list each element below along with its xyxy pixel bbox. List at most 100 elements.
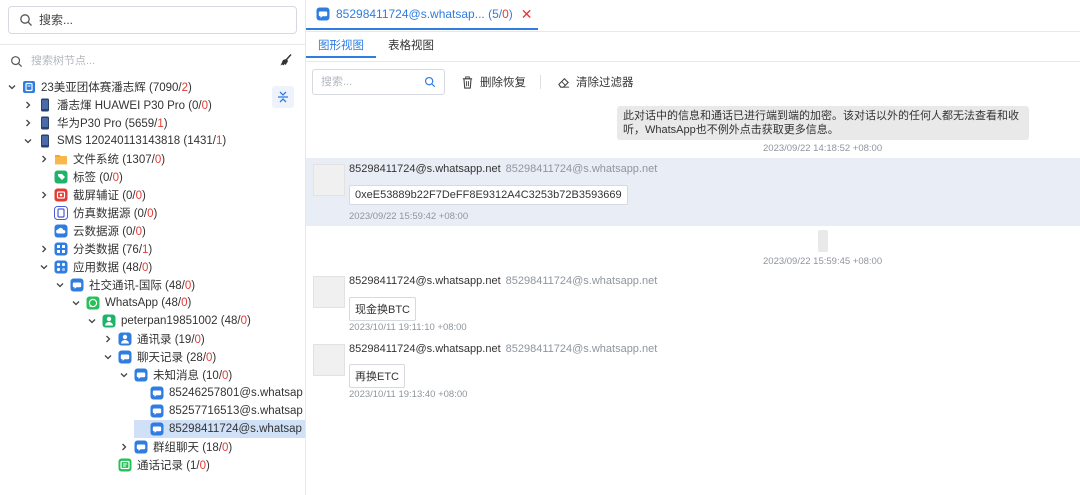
tree-node-label: 未知消息 (10/0)	[153, 370, 233, 382]
expand-toggle[interactable]	[6, 81, 18, 93]
close-icon[interactable]: ✕	[521, 7, 533, 21]
eraser-icon	[558, 77, 570, 88]
tab-title: 85298411724@s.whatsap...	[336, 7, 485, 21]
chevron-right-icon	[106, 335, 111, 343]
tree-node[interactable]: 潘志煇 HUAWEI P30 Pro (0/0)	[22, 96, 212, 114]
tree-node[interactable]: 分类数据 (76/1)	[38, 240, 152, 258]
chevron-right-icon	[42, 191, 47, 199]
collapse-all-button[interactable]	[272, 86, 294, 108]
expand-toggle[interactable]	[118, 441, 130, 453]
tree-node-label: 仿真数据源 (0/0)	[73, 208, 158, 220]
tree-node[interactable]: 标签 (0/0)	[38, 168, 123, 186]
tree-search-input[interactable]	[31, 55, 261, 67]
expand-toggle[interactable]	[54, 279, 66, 291]
tree-node[interactable]: 社交通讯-国际 (48/0)	[54, 276, 195, 294]
sender-avatar[interactable]	[313, 276, 345, 308]
tree-node-label: 85298411724@s.whatsap	[169, 423, 302, 435]
message-search-box[interactable]	[312, 69, 445, 95]
message-bubble[interactable]: 再换ETC	[349, 364, 405, 388]
view-tabs: 图形视图 表格视图	[306, 34, 446, 60]
screenshot-icon	[54, 188, 68, 202]
tree-node[interactable]: peterpan19851002 (48/0)	[86, 312, 251, 330]
empty-message-bubble[interactable]	[818, 230, 828, 252]
folder-icon	[55, 155, 67, 165]
main-search-box[interactable]	[8, 6, 297, 34]
tree-node[interactable]: 文件系统 (1307/0)	[38, 150, 165, 168]
message-time: 2023/10/11 19:13:40 +08:00	[349, 389, 468, 400]
whatsapp-icon	[86, 296, 100, 310]
search-icon	[20, 14, 32, 26]
tree-node-label: SMS 120240113143818 (1431/1)	[57, 135, 227, 147]
expand-toggle[interactable]	[38, 153, 50, 165]
expand-toggle[interactable]	[70, 297, 82, 309]
tree-node-label: peterpan19851002 (48/0)	[121, 315, 251, 327]
tab-table-view[interactable]: 表格视图	[376, 34, 446, 58]
restore-deleted-button[interactable]: 删除恢复	[461, 74, 526, 90]
expand-toggle[interactable]	[22, 99, 34, 111]
expand-toggle[interactable]	[38, 189, 50, 201]
tab-graphic-view[interactable]: 图形视图	[306, 34, 376, 58]
chat-icon	[150, 386, 164, 400]
contacts-icon	[118, 332, 132, 346]
tree-node[interactable]: 华为P30 Pro (5659/1)	[22, 114, 168, 132]
tree-node[interactable]: 应用数据 (48/0)	[38, 258, 152, 276]
tree-node-label: 文件系统 (1307/0)	[73, 154, 166, 166]
chat-icon	[118, 350, 132, 364]
toolbar: 删除恢复 清除过滤器	[312, 68, 634, 96]
tree-node[interactable]: 通讯录 (19/0)	[102, 330, 205, 348]
tree-node[interactable]: 85257716513@s.whatsap	[134, 402, 303, 420]
tree-search-box[interactable]	[10, 50, 297, 72]
system-message: 此对话中的信息和通话已进行端到端的加密。该对话以外的任何人都无法查看和收听，Wh…	[617, 106, 1029, 140]
tree-node[interactable]: 群组聊天 (18/0)	[118, 438, 232, 456]
message-list[interactable]: 此对话中的信息和通话已进行端到端的加密。该对话以外的任何人都无法查看和收听，Wh…	[306, 100, 1080, 495]
tree-node[interactable]: 85246257801@s.whatsap	[134, 384, 303, 402]
tree-node[interactable]: SMS 120240113143818 (1431/1)	[22, 132, 226, 150]
tree-node-label: 潘志煇 HUAWEI P30 Pro (0/0)	[57, 100, 212, 112]
tree-node[interactable]: 通话记录 (1/0)	[102, 456, 210, 474]
toolbar-separator	[540, 75, 541, 89]
tree-node[interactable]: 85298411724@s.whatsap	[134, 420, 306, 438]
case-icon	[23, 81, 35, 93]
chat-icon	[70, 278, 84, 292]
sender-avatar[interactable]	[313, 164, 345, 196]
message-bubble[interactable]: 0xeE53889b22F7DeFF8E9312A4C3253b72B35936…	[349, 185, 628, 205]
tree-node[interactable]: WhatsApp (48/0)	[70, 294, 191, 312]
expand-toggle[interactable]	[102, 333, 114, 345]
tree-node[interactable]: 23美亚团体赛潘志辉 (7090/2)	[6, 78, 192, 96]
tree-node-label: 通讯录 (19/0)	[137, 334, 205, 346]
tree-node[interactable]: 聊天记录 (28/0)	[102, 348, 216, 366]
expand-toggle[interactable]	[22, 135, 34, 147]
search-icon[interactable]	[424, 76, 436, 88]
sender-avatar[interactable]	[313, 344, 345, 376]
chevron-right-icon	[122, 443, 127, 451]
chevron-down-icon	[104, 355, 112, 360]
main-search-input[interactable]	[39, 13, 279, 27]
tree-node[interactable]: 仿真数据源 (0/0)	[38, 204, 157, 222]
message-search-input[interactable]	[321, 76, 417, 88]
expand-toggle[interactable]	[38, 243, 50, 255]
message-bubble[interactable]: 现金换BTC	[349, 297, 416, 321]
tab-conversation[interactable]: 85298411724@s.whatsap... (5/0) ✕	[306, 0, 538, 30]
clear-filter-button[interactable]: 清除过滤器	[557, 74, 634, 90]
expand-toggle[interactable]	[38, 261, 50, 273]
message-time: 2023/09/22 15:59:42 +08:00	[349, 211, 469, 222]
broom-icon[interactable]	[279, 53, 293, 67]
chevron-down-icon	[56, 283, 64, 288]
message-sender: 85298411724@s.whatsapp.net 85298411724@s.…	[349, 163, 658, 175]
tree-node[interactable]: 未知消息 (10/0)	[118, 366, 232, 384]
tree-node[interactable]: 截屏辅证 (0/0)	[38, 186, 146, 204]
expand-toggle[interactable]	[102, 351, 114, 363]
message-time: 2023/10/11 19:11:10 +08:00	[349, 322, 467, 333]
expand-toggle[interactable]	[22, 117, 34, 129]
chevron-down-icon	[24, 139, 32, 144]
cloud-icon	[54, 224, 68, 238]
tree-node[interactable]: 云数据源 (0/0)	[38, 222, 146, 240]
tree-node-label: 华为P30 Pro (5659/1)	[57, 118, 168, 130]
expand-toggle[interactable]	[118, 369, 130, 381]
search-icon	[11, 55, 23, 67]
expand-toggle[interactable]	[86, 315, 98, 327]
tree-node-label: 群组聊天 (18/0)	[153, 442, 233, 454]
call-log-icon	[118, 458, 132, 472]
restore-deleted-label: 删除恢复	[480, 77, 526, 89]
tree-node-label: 23美亚团体赛潘志辉 (7090/2)	[41, 82, 192, 94]
